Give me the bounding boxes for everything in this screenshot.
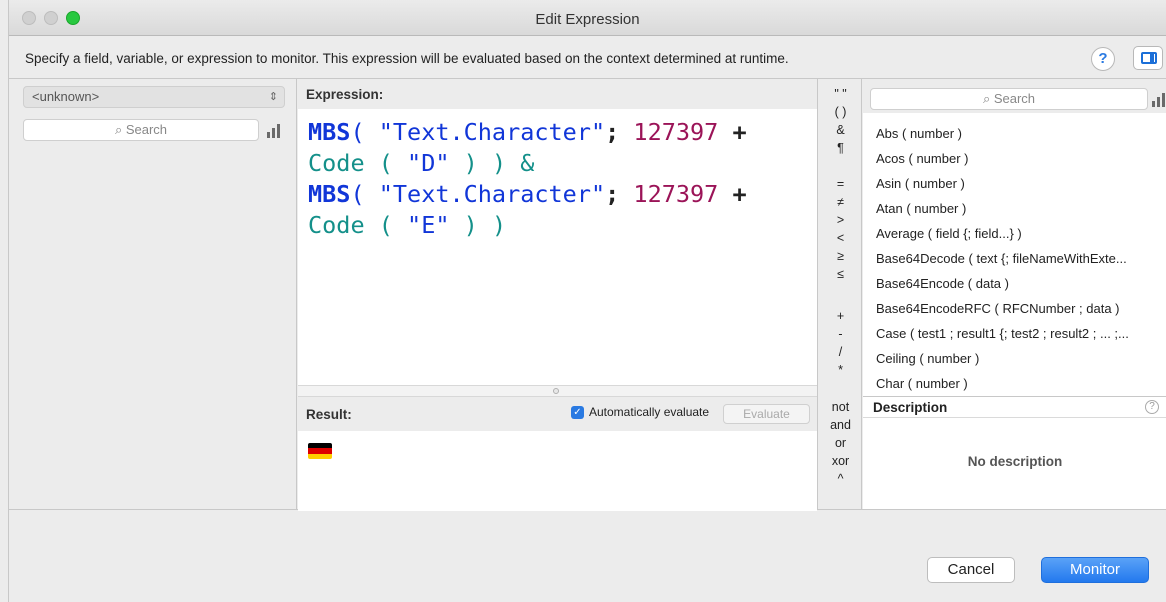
evaluate-button[interactable]: Evaluate — [723, 404, 810, 424]
operator-ampersand[interactable]: & — [819, 123, 862, 137]
function-item[interactable]: Case ( test1 ; result1 {; test2 ; result… — [876, 326, 1129, 341]
help-button[interactable]: ? — [1091, 47, 1115, 71]
operator-not[interactable]: not — [819, 400, 862, 414]
operator-not-equals[interactable]: ≠ — [819, 195, 862, 209]
operator-multiply[interactable]: * — [819, 363, 862, 377]
table-selector-value: <unknown> — [32, 89, 100, 104]
function-item[interactable]: Char ( number ) — [876, 376, 968, 391]
search-icon: ⌕ — [114, 122, 123, 137]
fields-search-input[interactable]: ⌕ Search — [23, 119, 259, 141]
function-item[interactable]: Acos ( number ) — [876, 151, 968, 166]
description-text: No description — [967, 454, 1063, 469]
main-area: <unknown> ⇕ ⌕ Search Expression: MBS( "T… — [9, 78, 1166, 511]
operator-less-equal[interactable]: ≤ — [819, 267, 862, 281]
function-item[interactable]: Base64Decode ( text {; fileNameWithExte.… — [876, 251, 1127, 266]
auto-evaluate-label[interactable]: Automatically evaluate — [589, 405, 709, 419]
title-bar: Edit Expression — [9, 0, 1166, 36]
function-item[interactable]: Base64Encode ( data ) — [876, 276, 1009, 291]
operator-less[interactable]: < — [819, 231, 862, 245]
function-item[interactable]: Base64EncodeRFC ( RFCNumber ; data ) — [876, 301, 1119, 316]
window-title: Edit Expression — [535, 11, 640, 28]
function-item[interactable]: Abs ( number ) — [876, 126, 962, 141]
expression-panel: Expression: MBS( "Text.Character"; 12739… — [298, 79, 818, 511]
info-bar: Specify a field, variable, or expression… — [9, 36, 1166, 76]
operator-pilcrow[interactable]: ¶ — [819, 141, 862, 155]
monitor-button[interactable]: Monitor — [1041, 557, 1149, 583]
operator-and[interactable]: and — [819, 418, 862, 432]
description-heading: Description — [873, 400, 948, 415]
operator-divide[interactable]: / — [819, 345, 862, 359]
operator-xor[interactable]: xor — [819, 454, 862, 468]
fields-sort-icon[interactable] — [267, 124, 283, 138]
button-bar: Cancel Monitor — [9, 511, 1166, 602]
expression-editor[interactable]: MBS( "Text.Character"; 127397 + Code ( "… — [298, 109, 817, 385]
operator-greater[interactable]: > — [819, 213, 862, 227]
stepper-chevron-icon: ⇕ — [268, 91, 278, 103]
operator-caret[interactable]: ^ — [819, 472, 862, 486]
sidebar-icon — [1141, 52, 1157, 64]
functions-sort-icon[interactable] — [1152, 93, 1166, 107]
germany-flag-icon — [308, 443, 332, 459]
expression-line: MBS( "Text.Character"; 127397 + — [308, 180, 747, 208]
function-item[interactable]: Ceiling ( number ) — [876, 351, 979, 366]
functions-search-bar: ⌕ Search — [863, 79, 1166, 113]
operator-equals[interactable]: = — [819, 177, 862, 191]
edit-expression-window: Edit Expression Specify a field, variabl… — [8, 0, 1166, 602]
operator-minus[interactable]: - — [819, 327, 862, 341]
operator-or[interactable]: or — [819, 436, 862, 450]
toggle-functions-panel-button[interactable] — [1133, 46, 1163, 70]
table-selector[interactable]: <unknown> ⇕ — [23, 86, 285, 108]
functions-list: Abs ( number ) Acos ( number ) Asin ( nu… — [863, 113, 1166, 395]
result-header: Result: ✓ Automatically evaluate Evaluat… — [298, 397, 817, 431]
description-header: Description ? — [863, 396, 1166, 418]
search-icon: ⌕ — [982, 91, 991, 106]
expression-heading: Expression: — [298, 79, 817, 109]
cancel-button[interactable]: Cancel — [927, 557, 1015, 583]
function-item[interactable]: Atan ( number ) — [876, 201, 966, 216]
operator-parentheses[interactable]: ( ) — [819, 105, 862, 119]
function-item[interactable]: Average ( field {; field...} ) — [876, 226, 1022, 241]
functions-search-placeholder: Search — [993, 91, 1036, 106]
operator-plus[interactable]: + — [819, 309, 862, 323]
instructions-text: Specify a field, variable, or expression… — [25, 51, 789, 66]
expression-line: Code ( "E" ) ) — [308, 211, 507, 239]
operators-panel: " " ( ) & ¶ = ≠ > < ≥ ≤ + - / * not and … — [819, 79, 862, 509]
operator-greater-equal[interactable]: ≥ — [819, 249, 862, 263]
auto-evaluate-checkbox[interactable]: ✓ — [571, 406, 584, 419]
result-area — [298, 431, 817, 511]
functions-search-input[interactable]: ⌕ Search — [870, 88, 1148, 110]
description-help-icon[interactable]: ? — [1145, 400, 1159, 414]
expression-line: Code ( "D" ) ) & — [308, 149, 535, 177]
expression-line: MBS( "Text.Character"; 127397 + — [308, 118, 747, 146]
fields-search-placeholder: Search — [125, 122, 168, 137]
function-item[interactable]: Asin ( number ) — [876, 176, 965, 191]
fields-panel: <unknown> ⇕ ⌕ Search — [9, 79, 297, 509]
functions-panel: ⌕ Search Abs ( number ) Acos ( number ) … — [863, 79, 1166, 509]
splitter-handle-icon[interactable] — [553, 388, 559, 394]
operator-quotes[interactable]: " " — [819, 87, 862, 101]
result-splitter[interactable] — [298, 385, 817, 397]
result-heading: Result: — [306, 407, 352, 422]
